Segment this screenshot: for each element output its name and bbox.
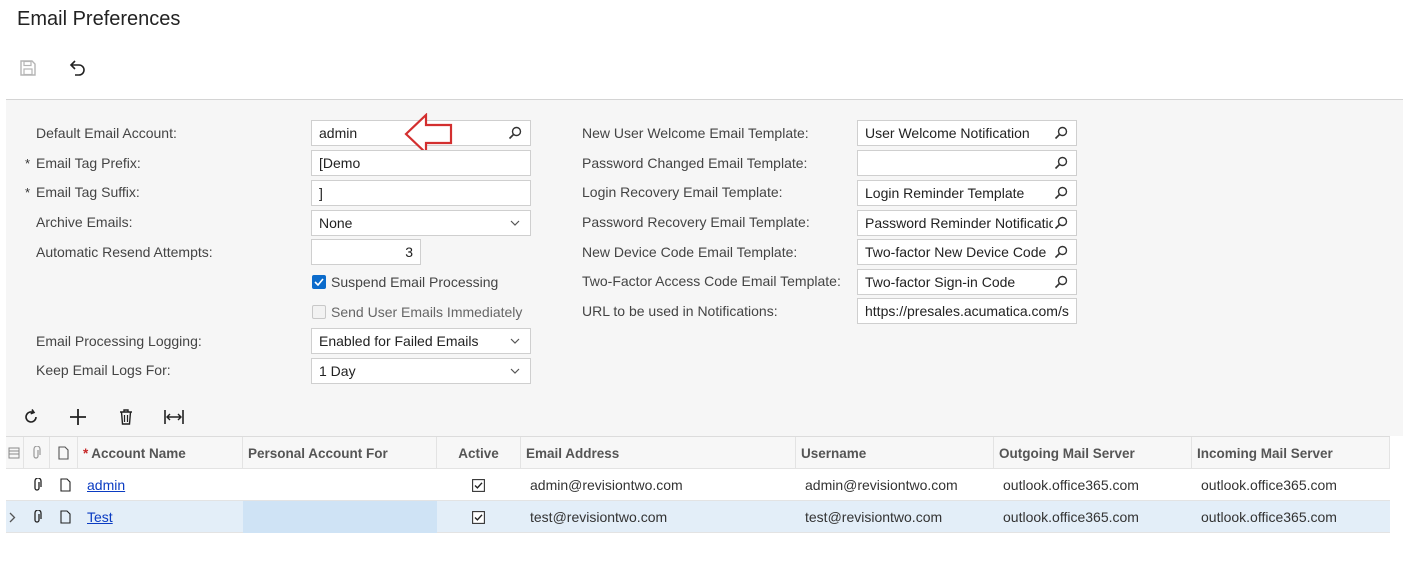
outgoing-mail-server-cell[interactable]: outlook.office365.com [1003,501,1191,533]
notifications-url-label: URL to be used in Notifications: [582,303,778,319]
note-column-icon [50,437,78,469]
email-address-cell[interactable]: admin@revisiontwo.com [530,469,795,501]
delete-row-button[interactable] [114,405,138,429]
automatic-resend-attempts-field[interactable]: 3 [311,239,421,265]
send-user-emails-immediately-checkbox: Send User Emails Immediately [312,304,522,320]
row-selector-chevron-icon[interactable] [9,501,21,533]
col-outgoing-mail-server[interactable]: Outgoing Mail Server [994,437,1192,469]
save-button[interactable] [16,56,40,80]
suspend-email-processing-checkbox[interactable]: Suspend Email Processing [312,274,498,290]
chevron-down-icon [507,363,523,379]
col-personal-account-for[interactable]: Personal Account For [243,437,437,469]
outgoing-mail-server-cell[interactable]: outlook.office365.com [1003,469,1191,501]
email-processing-logging-label: Email Processing Logging: [36,333,202,349]
table-row[interactable]: admin admin@revisiontwo.com admin@revisi… [6,469,1390,501]
two-factor-access-code-template-field[interactable]: Two-factor Sign-in Code [857,269,1077,295]
new-device-code-template-field[interactable]: Two-factor New Device Code [857,239,1077,265]
search-icon[interactable] [1053,185,1069,201]
search-icon[interactable] [1053,155,1069,171]
checkbox-unchecked-icon [312,305,326,319]
email-processing-logging-select[interactable]: Enabled for Failed Emails [311,328,531,354]
search-icon[interactable] [1053,244,1069,260]
chevron-down-icon [507,215,523,231]
username-cell[interactable]: test@revisiontwo.com [805,501,993,533]
checkbox-checked-icon [472,510,485,524]
incoming-mail-server-cell[interactable]: outlook.office365.com [1201,501,1389,533]
active-checkbox[interactable] [472,501,486,533]
keep-email-logs-for-label: Keep Email Logs For: [36,362,171,378]
email-accounts-grid: * Account Name Personal Account For Acti… [6,436,1390,533]
chevron-down-icon [507,333,523,349]
required-marker: * [25,185,31,200]
undo-button[interactable] [65,56,89,80]
notifications-url-field[interactable]: https://presales.acumatica.com/s [857,298,1077,324]
personal-account-for-cell[interactable] [243,501,437,533]
search-icon[interactable] [1053,274,1069,290]
incoming-mail-server-cell[interactable]: outlook.office365.com [1201,469,1389,501]
col-account-name[interactable]: * Account Name [78,437,243,469]
email-tag-prefix-field[interactable]: [Demo [311,150,531,176]
account-name-link[interactable]: Test [87,501,242,533]
archive-emails-select[interactable]: None [311,210,531,236]
password-changed-template-field[interactable] [857,150,1077,176]
fit-columns-button[interactable] [162,405,186,429]
delete-icon [120,409,132,425]
email-tag-suffix-field[interactable]: ] [311,180,531,206]
fit-columns-icon [164,410,184,424]
two-factor-access-code-template-label: Two-Factor Access Code Email Template: [582,273,841,289]
automatic-resend-attempts-label: Automatic Resend Attempts: [36,244,213,260]
note-icon[interactable] [60,469,78,501]
required-marker: * [83,445,89,461]
add-row-button[interactable] [66,405,90,429]
undo-icon [69,60,85,76]
required-marker: * [25,156,31,171]
column-settings-icon[interactable] [6,437,24,469]
col-email-address[interactable]: Email Address [521,437,796,469]
email-tag-prefix-label: Email Tag Prefix: [36,155,141,171]
username-cell[interactable]: admin@revisiontwo.com [805,469,993,501]
default-email-account-label: Default Email Account: [36,125,177,141]
password-recovery-template-field[interactable]: Password Reminder Notification [857,210,1077,236]
callout-arrow-icon [404,113,453,155]
page-title: Email Preferences [17,8,181,30]
login-recovery-template-label: Login Recovery Email Template: [582,184,783,200]
active-checkbox[interactable] [472,469,486,501]
keep-email-logs-for-select[interactable]: 1 Day [311,358,531,384]
archive-emails-label: Archive Emails: [36,214,133,230]
grid-header-row: * Account Name Personal Account For Acti… [6,437,1390,469]
new-user-welcome-template-field[interactable]: User Welcome Notification [857,120,1077,146]
search-icon[interactable] [1053,215,1069,231]
refresh-button[interactable] [19,405,43,429]
refresh-icon [25,409,37,423]
note-icon[interactable] [60,501,78,533]
col-active[interactable]: Active [437,437,521,469]
col-username[interactable]: Username [796,437,994,469]
login-recovery-template-field[interactable]: Login Reminder Template [857,180,1077,206]
account-name-link[interactable]: admin [87,469,242,501]
attachment-icon[interactable] [32,501,50,533]
checkbox-checked-icon [472,478,485,492]
new-device-code-template-label: New Device Code Email Template: [582,244,798,260]
password-recovery-template-label: Password Recovery Email Template: [582,214,810,230]
attachment-icon[interactable] [32,469,50,501]
add-icon [70,409,86,425]
personal-account-for-cell[interactable] [243,469,437,501]
new-user-welcome-template-label: New User Welcome Email Template: [582,125,809,141]
email-tag-suffix-label: Email Tag Suffix: [36,184,140,200]
col-incoming-mail-server[interactable]: Incoming Mail Server [1192,437,1390,469]
table-row[interactable]: Test test@revisiontwo.com test@revisiont… [6,501,1390,533]
search-icon[interactable] [1053,125,1069,141]
attachment-column-icon [24,437,50,469]
password-changed-template-label: Password Changed Email Template: [582,155,808,171]
save-icon [20,60,36,76]
search-icon[interactable] [507,125,523,141]
form-panel: Default Email Account: admin * Email Tag… [6,99,1403,436]
email-address-cell[interactable]: test@revisiontwo.com [530,501,795,533]
checkbox-checked-icon [312,275,326,289]
